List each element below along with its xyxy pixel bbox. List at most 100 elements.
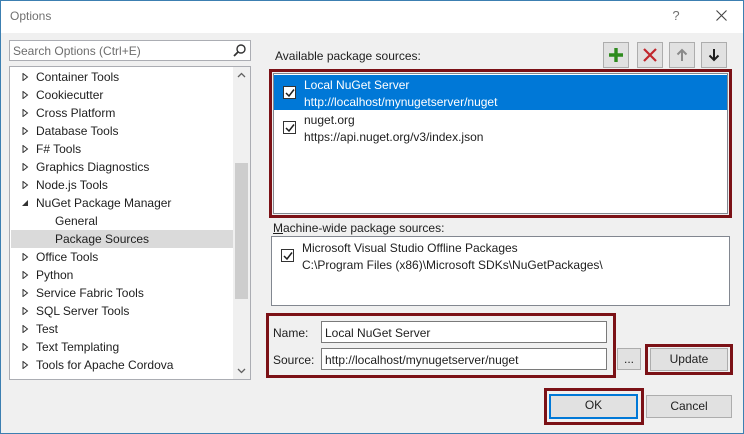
source-name: nuget.org <box>304 113 355 127</box>
tree-item-label: Graphics Diagnostics <box>36 160 150 174</box>
tree-item-label: General <box>55 214 98 228</box>
tree-item[interactable]: Service Fabric Tools <box>11 284 233 302</box>
help-button[interactable]: ? <box>665 5 687 27</box>
tree-item[interactable]: Container Tools <box>11 68 233 86</box>
ok-button[interactable]: OK <box>549 394 638 419</box>
tree-item[interactable]: Tools for Apache Cordova <box>11 356 233 374</box>
scroll-down-button[interactable] <box>233 362 250 379</box>
options-tree: Container Tools Cookiecutter Cross Platfor… <box>9 66 251 380</box>
tree-item-label: Package Sources <box>55 232 150 246</box>
expanded-arrow-icon[interactable] <box>21 199 29 207</box>
window-title: Options <box>10 9 52 23</box>
checkmark-icon <box>285 124 295 133</box>
source-name: Microsoft Visual Studio Offline Packages <box>302 241 518 255</box>
tree-item-label: Cookiecutter <box>36 88 104 102</box>
collapsed-arrow-icon[interactable] <box>21 181 29 189</box>
search-icon[interactable] <box>232 43 247 58</box>
machine-sources-label-rest: achine-wide package sources: <box>283 221 445 235</box>
source-checkbox[interactable] <box>281 249 294 262</box>
machine-source-item[interactable]: Microsoft Visual Studio Offline Packages… <box>272 238 729 273</box>
remove-icon <box>643 48 657 62</box>
tree-item[interactable]: SQL Server Tools <box>11 302 233 320</box>
tree-item-label: Python <box>36 268 74 282</box>
tree-item[interactable]: Node.js Tools <box>11 176 233 194</box>
collapsed-arrow-icon[interactable] <box>21 73 29 81</box>
tree-item-label: F# Tools <box>36 142 82 156</box>
tree-item[interactable]: Python <box>11 266 233 284</box>
tree-item[interactable]: Graphics Diagnostics <box>11 158 233 176</box>
options-dialog: Options ? Container Tools Cookiecutter Cro… <box>0 0 744 434</box>
source-item-local-nuget[interactable]: Local NuGet Server http://localhost/mynu… <box>274 75 727 110</box>
source-checkbox[interactable] <box>283 121 296 134</box>
tree-item-label: Service Fabric Tools <box>36 286 144 300</box>
collapsed-arrow-icon[interactable] <box>21 163 29 171</box>
tree-item-label: SQL Server Tools <box>36 304 130 318</box>
collapsed-arrow-icon[interactable] <box>21 127 29 135</box>
source-label: Source: <box>273 353 315 367</box>
tree-item[interactable]: Text Templating <box>11 338 233 356</box>
source-field <box>321 348 607 370</box>
source-item-nuget-org[interactable]: nuget.org https://api.nuget.org/v3/index… <box>274 110 727 145</box>
collapsed-arrow-icon[interactable] <box>21 109 29 117</box>
cancel-button[interactable]: Cancel <box>646 395 732 418</box>
collapsed-arrow-icon[interactable] <box>21 91 29 99</box>
tree-item-label: Text Templating <box>36 340 120 354</box>
collapsed-arrow-icon[interactable] <box>21 343 29 351</box>
tree-item[interactable]: Database Tools <box>11 122 233 140</box>
close-icon <box>715 10 727 21</box>
tree-item-label: NuGet Package Manager <box>36 196 172 210</box>
tree-item[interactable]: Cross Platform <box>11 104 233 122</box>
scroll-up-button[interactable] <box>233 67 250 84</box>
update-button[interactable]: Update <box>650 348 728 371</box>
collapsed-arrow-icon[interactable] <box>21 253 29 261</box>
source-input[interactable] <box>325 352 601 367</box>
tree-item-label: Node.js Tools <box>36 178 108 192</box>
machine-sources-label: Machine-wide package sources: <box>273 221 445 235</box>
collapsed-arrow-icon[interactable] <box>21 271 29 279</box>
arrow-up-icon <box>676 48 688 61</box>
browse-button[interactable]: ... <box>617 348 641 370</box>
tree-item[interactable]: Office Tools <box>11 248 233 266</box>
add-source-button[interactable] <box>603 42 629 68</box>
title-bar: Options ? <box>1 1 743 33</box>
move-down-button[interactable] <box>701 42 727 68</box>
machine-sources-list: Microsoft Visual Studio Offline Packages… <box>271 236 730 306</box>
tree-item[interactable]: Test <box>11 320 233 338</box>
tree-scrollbar[interactable] <box>233 67 250 379</box>
checkmark-icon <box>283 252 293 261</box>
chevron-down-icon <box>237 368 246 374</box>
collapsed-arrow-icon[interactable] <box>21 361 29 369</box>
name-input[interactable] <box>325 325 601 340</box>
tree-item-label: Test <box>36 322 59 336</box>
tree-item-label: Database Tools <box>36 124 119 138</box>
source-name: Local NuGet Server <box>304 78 410 92</box>
tree-item[interactable]: NuGet Package Manager <box>11 194 233 212</box>
move-up-button[interactable] <box>669 42 695 68</box>
tree-item[interactable]: Package Sources <box>11 230 233 248</box>
collapsed-arrow-icon[interactable] <box>21 307 29 315</box>
tree-item-label: Container Tools <box>36 70 120 84</box>
collapsed-arrow-icon[interactable] <box>21 289 29 297</box>
tree-item[interactable]: Cookiecutter <box>11 86 233 104</box>
collapsed-arrow-icon[interactable] <box>21 145 29 153</box>
tree-item-label: Office Tools <box>36 250 99 264</box>
tree-item[interactable]: General <box>11 212 233 230</box>
source-checkbox[interactable] <box>283 86 296 99</box>
source-url: https://api.nuget.org/v3/index.json <box>304 130 484 144</box>
close-button[interactable] <box>709 5 733 27</box>
tree-item-label: Tools for Apache Cordova <box>36 358 174 372</box>
tree-item[interactable]: F# Tools <box>11 140 233 158</box>
search-box <box>9 40 251 61</box>
remove-source-button[interactable] <box>637 42 663 68</box>
add-icon <box>609 48 623 62</box>
source-url: http://localhost/mynugetserver/nuget <box>304 95 498 109</box>
tree-item-label: Cross Platform <box>36 106 116 120</box>
scroll-thumb[interactable] <box>235 163 248 299</box>
source-url: C:\Program Files (x86)\Microsoft SDKs\Nu… <box>302 258 603 272</box>
name-field <box>321 321 607 343</box>
chevron-up-icon <box>237 72 246 78</box>
collapsed-arrow-icon[interactable] <box>21 325 29 333</box>
search-input[interactable] <box>13 43 223 58</box>
arrow-down-icon <box>708 49 720 62</box>
available-sources-label: Available package sources: <box>275 49 421 63</box>
